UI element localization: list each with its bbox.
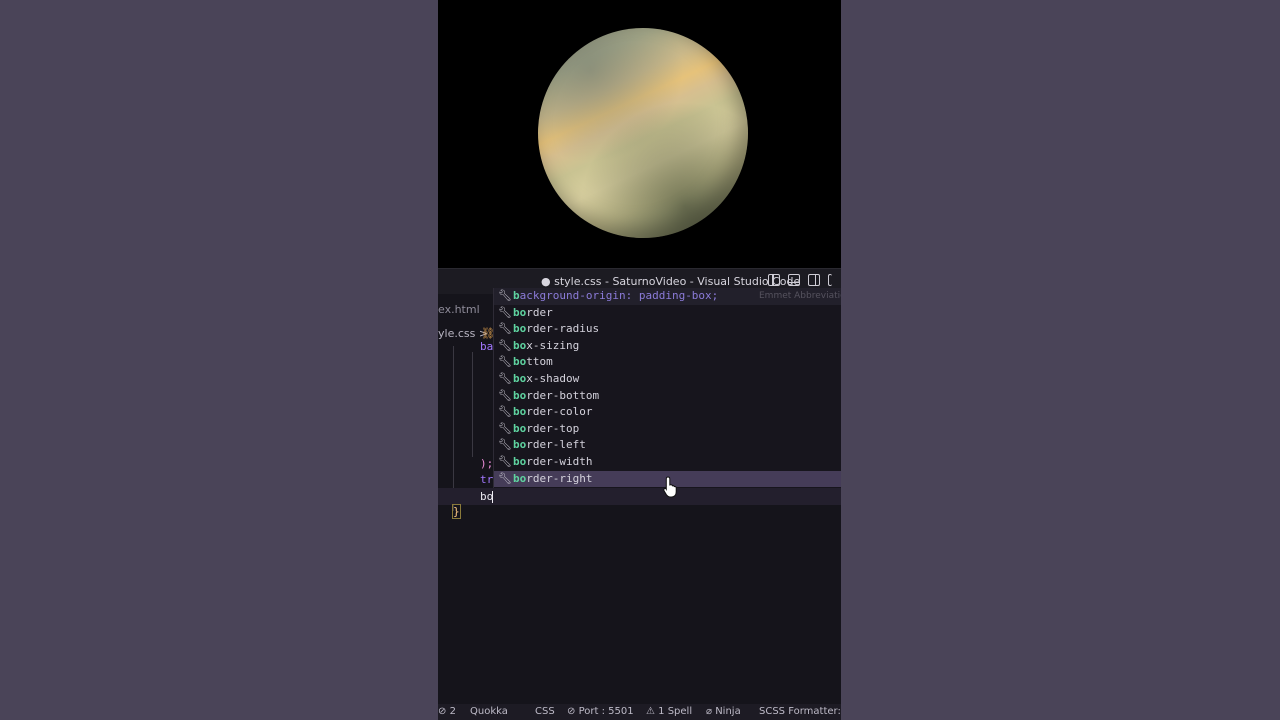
closing-brace: } bbox=[452, 504, 461, 519]
suggestion-item[interactable]: 🔧︎ border-top bbox=[494, 421, 841, 438]
planet-image bbox=[538, 28, 748, 238]
suggestion-item[interactable]: 🔧︎ box-sizing bbox=[494, 338, 841, 355]
current-line-highlight bbox=[438, 488, 841, 505]
window-title: ● style.css - SaturnoVideo - Visual Stud… bbox=[541, 275, 801, 288]
language-mode[interactable]: CSS bbox=[535, 706, 555, 717]
indent-guide bbox=[453, 346, 454, 511]
suggestion-item[interactable]: 🔧︎ bottom bbox=[494, 354, 841, 371]
browser-preview bbox=[438, 0, 841, 268]
customize-layout-icon[interactable] bbox=[828, 274, 832, 286]
code-line: tr bbox=[480, 473, 494, 486]
wrench-icon: 🔧︎ bbox=[498, 438, 512, 452]
wrench-icon: 🔧︎ bbox=[498, 371, 512, 385]
suggestion-detail: Emmet Abbreviation bbox=[759, 291, 841, 301]
suggest-widget: 🔧︎ background-origin: padding-box; Emmet… bbox=[493, 288, 841, 488]
toggle-sidebar-icon[interactable] bbox=[768, 274, 780, 286]
wrench-icon: 🔧︎ bbox=[498, 322, 512, 336]
suggestion-item[interactable]: 🔧︎ border bbox=[494, 305, 841, 322]
suggestion-item[interactable]: 🔧︎ border-radius bbox=[494, 321, 841, 338]
wrench-icon: 🔧︎ bbox=[498, 471, 512, 485]
wrench-icon: 🔧︎ bbox=[498, 355, 512, 369]
spell-check-status[interactable]: ⚠ 1 Spell bbox=[646, 706, 692, 717]
wrench-icon: 🔧︎ bbox=[498, 338, 512, 352]
quokka-status[interactable]: Quokka bbox=[470, 706, 508, 717]
wrench-icon: 🔧︎ bbox=[498, 289, 512, 302]
toggle-secondary-sidebar-icon[interactable] bbox=[808, 274, 820, 286]
suggestion-item[interactable]: 🔧︎ border-bottom bbox=[494, 388, 841, 405]
live-server-port[interactable]: ⊘ Port : 5501 bbox=[567, 706, 634, 717]
backdrop-left bbox=[0, 0, 438, 720]
wrench-icon: 🔧︎ bbox=[498, 305, 512, 319]
suggestion-item[interactable]: 🔧︎ border-left bbox=[494, 437, 841, 454]
wrench-icon: 🔧︎ bbox=[498, 405, 512, 419]
wrench-icon: 🔧︎ bbox=[498, 454, 512, 468]
problems-indicator[interactable]: ⊘ 2 bbox=[438, 706, 456, 717]
backdrop-right bbox=[841, 0, 1280, 720]
ninja-status[interactable]: ⌀ Ninja bbox=[706, 706, 741, 717]
toggle-panel-icon[interactable] bbox=[788, 274, 800, 286]
suggestion-item[interactable]: 🔧︎ border-width bbox=[494, 454, 841, 471]
text-cursor bbox=[492, 491, 493, 503]
tab-index-html[interactable]: ex.html bbox=[438, 303, 480, 316]
indent-guide bbox=[472, 352, 473, 457]
status-bar: ⊘ 2 Quokka CSS ⊘ Port : 5501 ⚠ 1 Spell ⌀… bbox=[438, 704, 841, 720]
suggestion-item[interactable]: 🔧︎ background-origin: padding-box; Emmet… bbox=[494, 288, 841, 305]
suggestion-item[interactable]: 🔧︎ box-shadow bbox=[494, 371, 841, 388]
hand-pointer-icon bbox=[663, 476, 677, 498]
video-frame: ● style.css - SaturnoVideo - Visual Stud… bbox=[438, 0, 841, 720]
wrench-icon: 🔧︎ bbox=[498, 388, 512, 402]
code-line: ); bbox=[480, 457, 494, 470]
code-line: ba bbox=[480, 340, 494, 353]
suggestion-item[interactable]: 🔧︎ border-color bbox=[494, 404, 841, 421]
wrench-icon: 🔧︎ bbox=[498, 421, 512, 435]
scss-formatter-status[interactable]: SCSS Formatter: v bbox=[759, 706, 841, 717]
